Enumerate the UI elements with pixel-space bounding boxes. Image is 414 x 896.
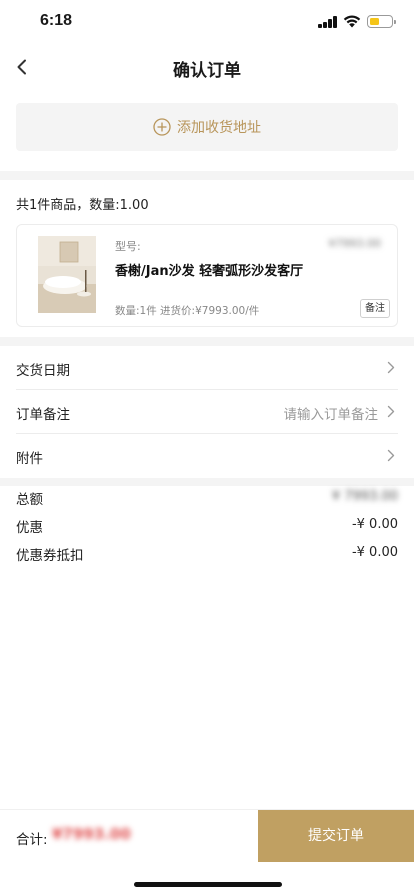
chevron-right-icon xyxy=(387,405,395,418)
discount-row: 优惠 -¥ 0.00 xyxy=(16,516,398,538)
goods-summary: 共1件商品，数量:1.00 xyxy=(16,198,149,213)
order-note-input[interactable]: 请输入订单备注 xyxy=(284,403,379,423)
status-bar: 6:18 xyxy=(0,0,414,44)
product-name: 香榭/Jan沙发 轻奢弧形沙发客厅 xyxy=(115,264,304,279)
section-divider xyxy=(0,171,414,180)
total-label: 总额 xyxy=(16,492,43,508)
wifi-icon xyxy=(343,15,361,28)
model-label: 型号: xyxy=(115,240,141,253)
footer-total-value: ¥7993.00 xyxy=(52,825,131,843)
nav-bar: 确认订单 xyxy=(0,44,414,90)
discount-label: 优惠 xyxy=(16,520,43,536)
plus-circle-icon xyxy=(153,118,171,136)
order-note-label: 订单备注 xyxy=(16,407,70,423)
chevron-right-icon xyxy=(387,361,395,374)
add-address-button[interactable]: 添加收货地址 xyxy=(16,103,398,151)
chevron-right-icon xyxy=(387,449,395,462)
bottom-bar: 合计: ¥7993.00 提交订单 xyxy=(0,809,414,862)
coupon-label: 优惠券抵扣 xyxy=(16,548,84,564)
attachment-row[interactable]: 附件 xyxy=(0,434,414,478)
delivery-date-label: 交货日期 xyxy=(16,363,70,379)
product-meta: 数量:1件 进货价:¥7993.00/件 xyxy=(115,305,260,317)
status-time: 6:18 xyxy=(40,12,73,29)
page-title: 确认订单 xyxy=(173,61,241,81)
footer-total-label: 合计: xyxy=(16,832,48,848)
model-value: ¥7993.00 xyxy=(328,237,382,250)
attachment-label: 附件 xyxy=(16,451,43,467)
coupon-row: 优惠券抵扣 -¥ 0.00 xyxy=(16,544,398,566)
total-row: 总额 ¥ 7993.00 xyxy=(16,488,398,510)
order-note-row[interactable]: 订单备注 请输入订单备注 xyxy=(0,390,414,434)
home-indicator xyxy=(134,882,282,887)
total-value: ¥ 7993.00 xyxy=(331,489,398,504)
coupon-value: -¥ 0.00 xyxy=(351,545,398,560)
item-note-button[interactable]: 备注 xyxy=(360,299,390,318)
discount-value: -¥ 0.00 xyxy=(351,517,398,532)
section-divider xyxy=(0,478,414,486)
product-image xyxy=(38,236,96,313)
signal-icon xyxy=(318,15,338,28)
delivery-date-row[interactable]: 交货日期 xyxy=(0,346,414,390)
add-address-label: 添加收货地址 xyxy=(177,120,261,136)
section-divider xyxy=(0,337,414,346)
battery-icon xyxy=(367,15,396,28)
product-card[interactable]: 型号: ¥7993.00 香榭/Jan沙发 轻奢弧形沙发客厅 数量:1件 进货价… xyxy=(16,224,398,327)
submit-order-button[interactable]: 提交订单 xyxy=(258,810,414,862)
